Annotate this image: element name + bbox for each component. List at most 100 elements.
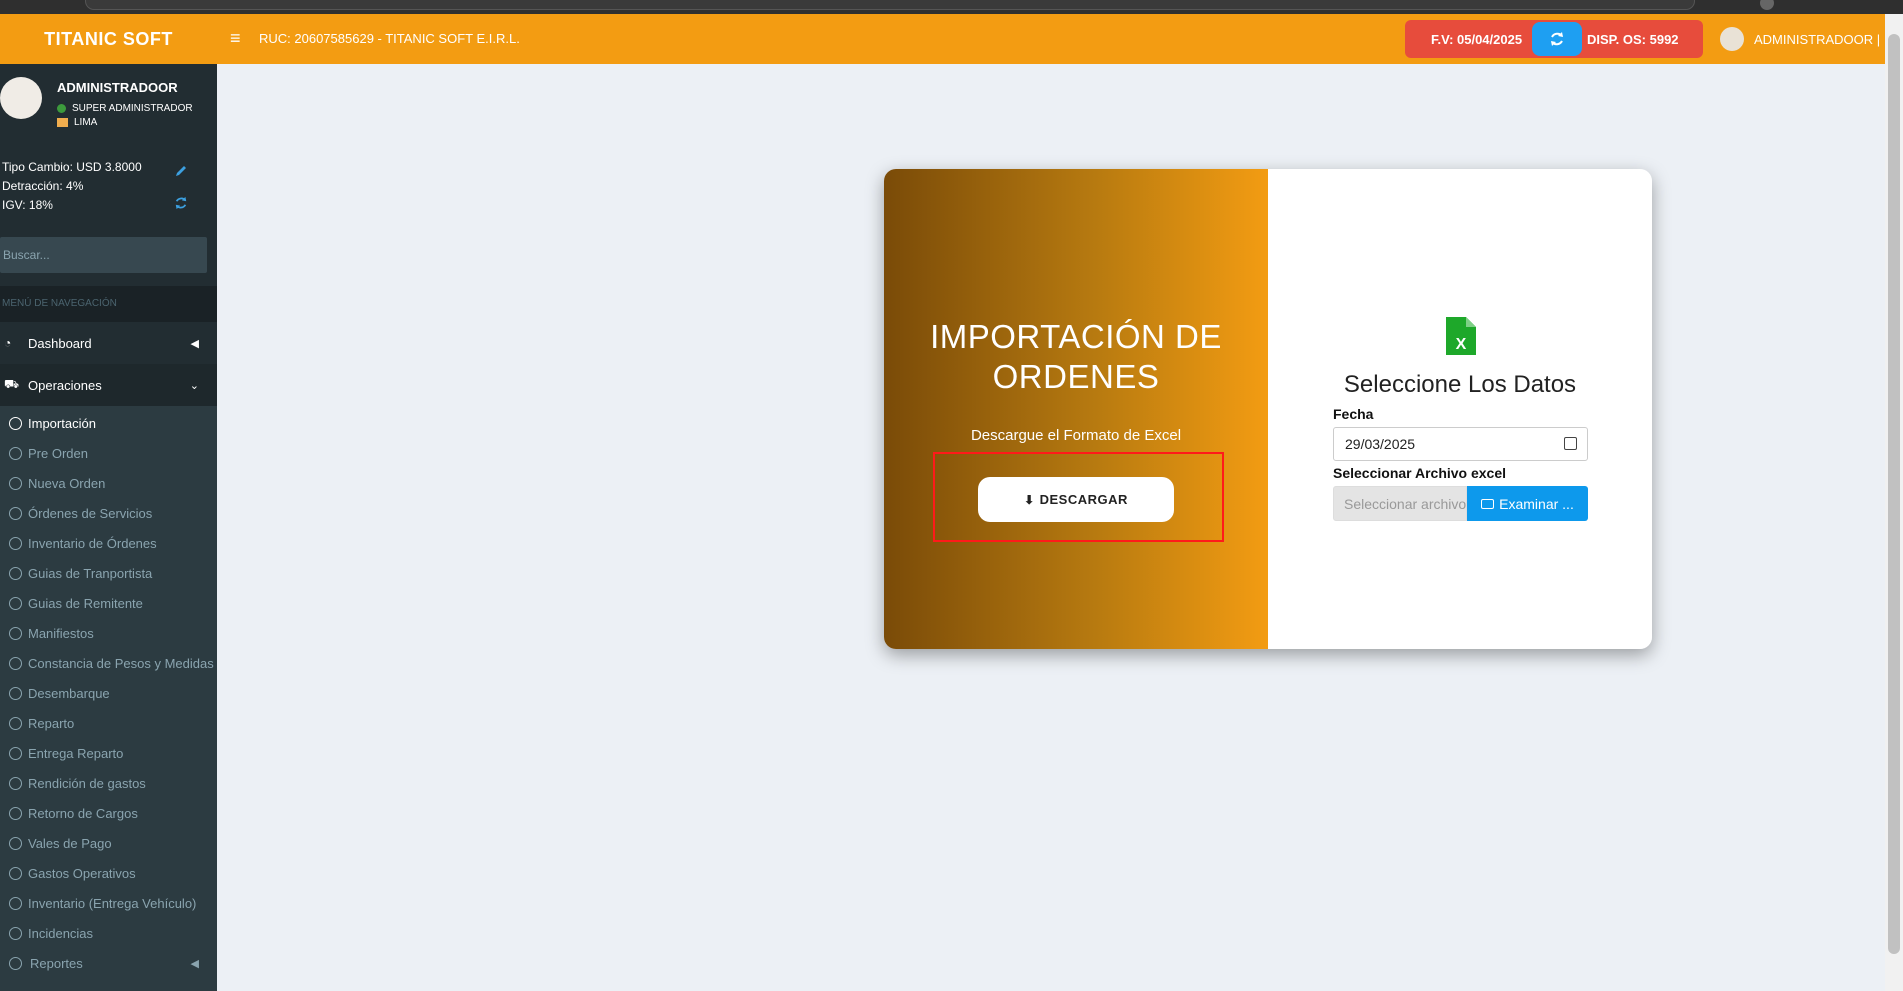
sidebar-subitem-manifiestos[interactable]: Manifiestos bbox=[0, 618, 217, 648]
sidebar-item-dashboard[interactable]: ◔ Dashboard ◀ bbox=[0, 322, 217, 364]
download-button-label: DESCARGAR bbox=[1039, 492, 1128, 507]
browser-chrome bbox=[0, 0, 1903, 14]
exchange-rate: Tipo Cambio: USD 3.8000 bbox=[2, 160, 142, 174]
sidebar-subitem-label: Incidencias bbox=[28, 925, 94, 941]
company-ruc: RUC: 20607585629 - TITANIC SOFT E.I.R.L. bbox=[259, 31, 520, 46]
svg-text:X: X bbox=[1456, 336, 1467, 353]
sidebar-item-label: Operaciones bbox=[28, 377, 102, 393]
chevron-left-icon: ◀ bbox=[190, 337, 199, 350]
user-avatar bbox=[1720, 27, 1744, 51]
browse-button-label: Examinar ... bbox=[1499, 495, 1574, 512]
circle-icon bbox=[9, 446, 22, 460]
circle-icon bbox=[9, 596, 22, 610]
sidebar-subitem-reparto[interactable]: Reparto bbox=[0, 708, 217, 738]
import-card: IMPORTACIÓN DE ORDENES Descargue el Form… bbox=[884, 169, 1652, 649]
sidebar-subitem-label: Desembarque bbox=[28, 685, 110, 701]
avatar bbox=[0, 77, 42, 119]
circle-icon bbox=[9, 746, 22, 760]
sidebar-subitem-label: Importación bbox=[28, 415, 96, 431]
circle-icon bbox=[9, 506, 22, 520]
sidebar-subitem-guias-remitente[interactable]: Guias de Remitente bbox=[0, 588, 217, 618]
page-scrollbar[interactable] bbox=[1885, 14, 1903, 991]
browser-url-bar[interactable] bbox=[85, 0, 1695, 10]
circle-icon bbox=[9, 566, 22, 580]
refresh-button[interactable] bbox=[1532, 22, 1582, 56]
fecha-field[interactable]: 29/03/2025 bbox=[1333, 427, 1588, 461]
sidebar-item-label: Reportes bbox=[30, 955, 83, 971]
sidebar-subitem-vales-pago[interactable]: Vales de Pago bbox=[0, 828, 217, 858]
sidebar-subitem-inventario-vehiculo[interactable]: Inventario (Entrega Vehículo) bbox=[0, 888, 217, 918]
sidebar-subitem-pre-orden[interactable]: Pre Orden bbox=[0, 438, 217, 468]
chevron-down-icon: ⌄ bbox=[189, 379, 199, 392]
circle-icon bbox=[9, 716, 22, 730]
circle-icon bbox=[9, 656, 22, 670]
circle-icon bbox=[9, 806, 22, 820]
circle-icon bbox=[9, 926, 22, 940]
browser-profile-icon[interactable] bbox=[1760, 0, 1774, 10]
calendar-icon[interactable] bbox=[1564, 437, 1577, 450]
sidebar-subitem-label: Guias de Tranportista bbox=[28, 565, 153, 581]
igv-rate: IGV: 18% bbox=[2, 198, 53, 212]
online-dot-icon bbox=[57, 104, 66, 113]
sidebar-subitem-label: Vales de Pago bbox=[28, 835, 112, 851]
sidebar-subitem-importacion[interactable]: Importación bbox=[0, 408, 217, 438]
sidebar-subitem-label: Pre Orden bbox=[28, 445, 88, 461]
file-name-input[interactable]: Seleccionar archivo bbox=[1333, 486, 1467, 521]
circle-icon bbox=[9, 536, 22, 550]
sidebar-subitem-label: Reparto bbox=[28, 715, 75, 731]
available-os-count: DISP. OS: 5992 bbox=[1587, 32, 1679, 47]
top-header: TITANIC SOFT ≡ RUC: 20607585629 - TITANI… bbox=[0, 14, 1885, 64]
download-icon: ⬇ bbox=[1024, 492, 1035, 507]
edit-rate-icon[interactable] bbox=[174, 164, 188, 181]
sync-rate-icon[interactable] bbox=[174, 196, 188, 213]
sidebar-item-reportes[interactable]: Reportes ◀ bbox=[0, 948, 217, 978]
menu-toggle-icon[interactable]: ≡ bbox=[230, 28, 246, 48]
sidebar-subitem-label: Entrega Reparto bbox=[28, 745, 124, 761]
sidebar-subitem-label: Inventario de Órdenes bbox=[28, 535, 157, 551]
browse-button[interactable]: Examinar ... bbox=[1467, 486, 1588, 521]
location-label: LIMA bbox=[74, 117, 98, 128]
sidebar-subitem-gastos-operativos[interactable]: Gastos Operativos bbox=[0, 858, 217, 888]
nav-header: MENÚ DE NAVEGACIÓN bbox=[0, 286, 217, 322]
sidebar-subitem-label: Retorno de Cargos bbox=[28, 805, 138, 821]
circle-icon bbox=[9, 776, 22, 790]
sidebar-subitem-label: Constancia de Pesos y Medidas bbox=[28, 655, 214, 671]
sidebar-subitem-nueva-orden[interactable]: Nueva Orden bbox=[0, 468, 217, 498]
sidebar-subitem-label: Rendición de gastos bbox=[28, 775, 146, 791]
fecha-value: 29/03/2025 bbox=[1345, 436, 1416, 452]
file-picker: Seleccionar archivo Examinar ... bbox=[1333, 486, 1588, 521]
sidebar-subitem-inventario-ordenes[interactable]: Inventario de Órdenes bbox=[0, 528, 217, 558]
sidebar-item-operaciones[interactable]: ⛟ Operaciones ⌄ bbox=[0, 364, 217, 406]
user-menu[interactable]: ADMINISTRADOOR | bbox=[1720, 26, 1880, 52]
archivo-label: Seleccionar Archivo excel bbox=[1333, 465, 1507, 481]
scrollbar-thumb[interactable] bbox=[1888, 34, 1900, 954]
chevron-left-icon: ◀ bbox=[190, 957, 199, 970]
sidebar-subitem-ordenes-servicios[interactable]: Órdenes de Servicios bbox=[0, 498, 217, 528]
main-content: IMPORTACIÓN DE ORDENES Descargue el Form… bbox=[217, 64, 1885, 991]
page-title: IMPORTACIÓN DE ORDENES bbox=[930, 318, 1222, 395]
rates-panel: Tipo Cambio: USD 3.8000 Detracción: 4% I… bbox=[2, 158, 142, 215]
excel-file-icon: X bbox=[1446, 317, 1476, 355]
sidebar-user-role: SUPER ADMINISTRADOR bbox=[57, 103, 193, 114]
sidebar-item-label: Dashboard bbox=[28, 335, 92, 351]
sidebar-subitem-incidencias[interactable]: Incidencias bbox=[0, 918, 217, 948]
sidebar-subitem-label: Órdenes de Servicios bbox=[28, 505, 153, 521]
sidebar-subitem-entrega-reparto[interactable]: Entrega Reparto bbox=[0, 738, 217, 768]
sidebar-search-input[interactable] bbox=[0, 237, 207, 273]
sidebar-subitem-retorno-cargos[interactable]: Retorno de Cargos bbox=[0, 798, 217, 828]
section-heading: Seleccione Los Datos bbox=[1343, 371, 1577, 398]
import-card-left: IMPORTACIÓN DE ORDENES Descargue el Form… bbox=[884, 169, 1268, 649]
refresh-icon bbox=[1551, 32, 1563, 46]
brand-logo[interactable]: TITANIC SOFT bbox=[0, 14, 217, 64]
import-card-right: X Seleccione Los Datos Fecha 29/03/2025 … bbox=[1268, 169, 1652, 649]
sidebar-subitem-rendicion-gastos[interactable]: Rendición de gastos bbox=[0, 768, 217, 798]
sidebar-subitem-desembarque[interactable]: Desembarque bbox=[0, 678, 217, 708]
download-button[interactable]: ⬇ DESCARGAR bbox=[978, 477, 1174, 522]
sidebar-subitem-constancia-pesos[interactable]: Constancia de Pesos y Medidas bbox=[0, 648, 217, 678]
sidebar-subitem-guias-transportista[interactable]: Guias de Tranportista bbox=[0, 558, 217, 588]
branch-icon bbox=[57, 118, 68, 127]
circle-icon bbox=[9, 626, 22, 640]
license-status: F.V: 05/04/2025 DISP. OS: 5992 bbox=[1405, 20, 1703, 58]
circle-icon bbox=[9, 416, 22, 430]
sidebar-subitem-label: Gastos Operativos bbox=[28, 865, 136, 881]
